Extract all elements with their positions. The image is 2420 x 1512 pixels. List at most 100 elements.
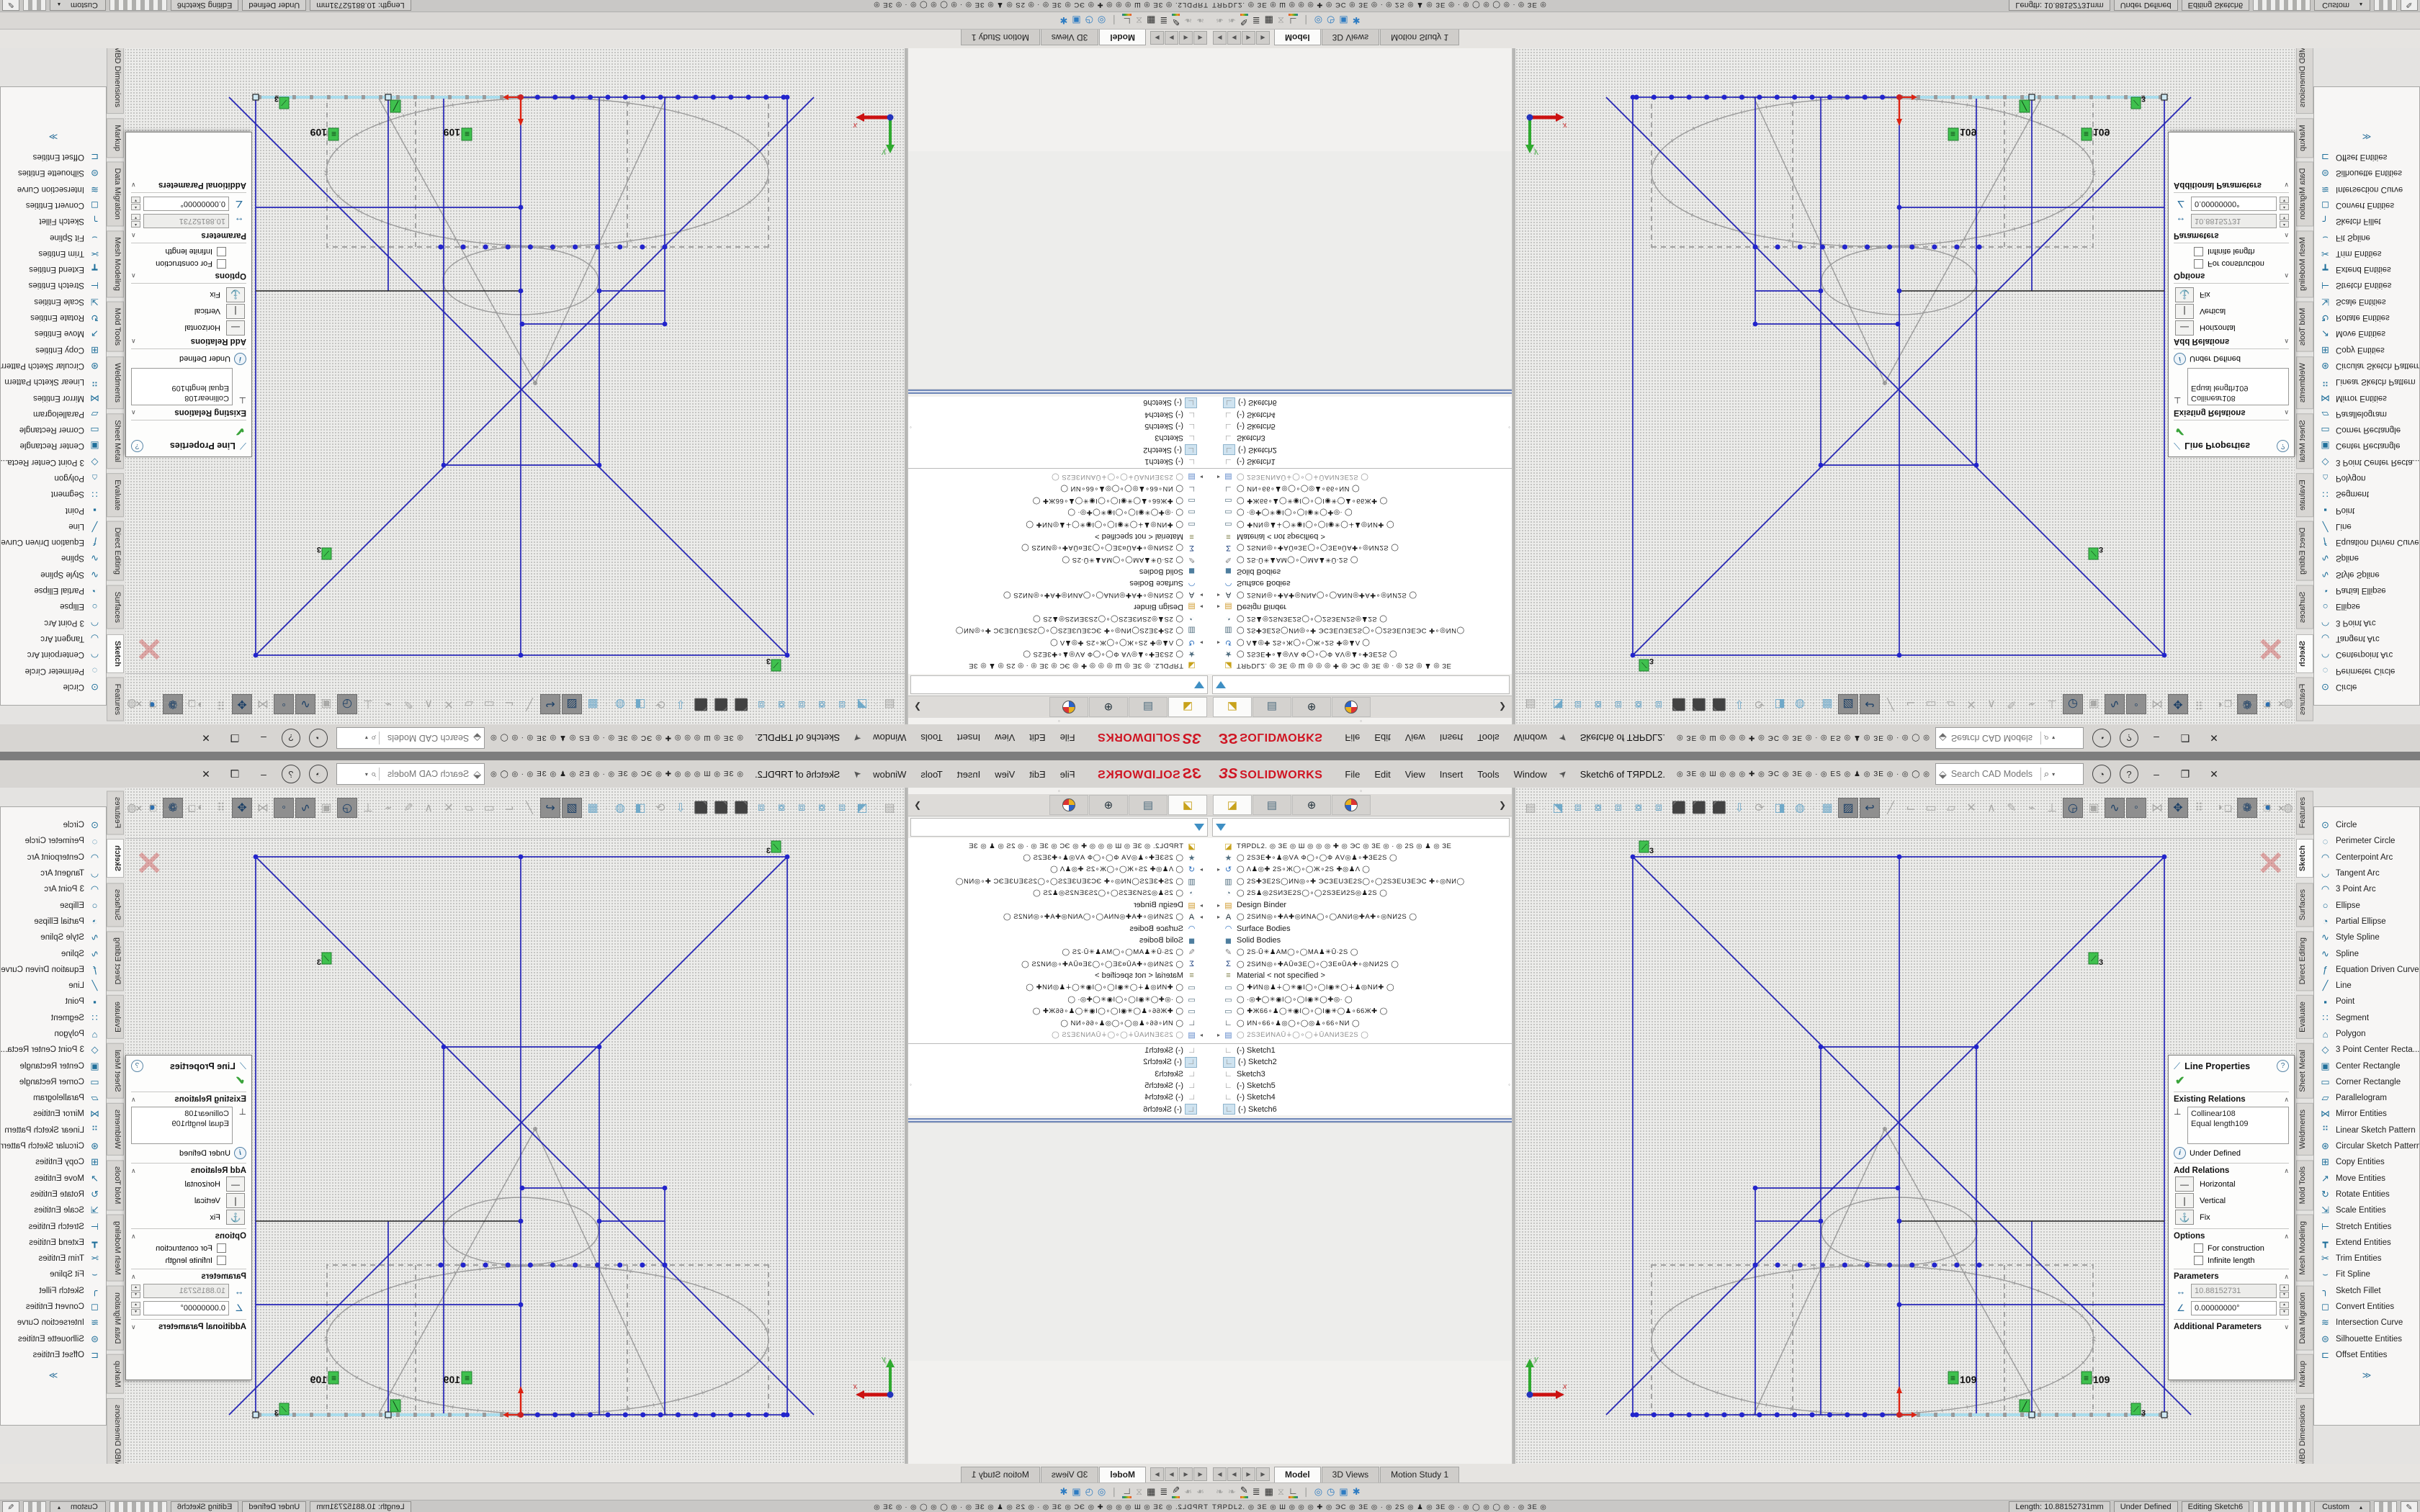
relation-entry[interactable]: Equal length109 [2191,383,2285,393]
tab-displaymanager[interactable] [1332,697,1371,717]
length-spinner[interactable]: ▲▼ [2280,1284,2289,1298]
tool-item[interactable]: ◔ Partial Ellipse [1,582,106,598]
toolbar-icon[interactable]: ▦ [1818,695,1837,714]
tool-item[interactable]: ⊜ Silhouette Entities [1,1331,106,1347]
tree-row[interactable]: ◼ Solid Bodies [1210,565,1512,577]
toolbar-icon[interactable]: ◦ [2126,694,2146,714]
tree-row[interactable]: ◔ ◯ 2Ѕ♟◎2ЅИЗЕ2Ѕ◯∘◯2ЅЗЕИ2Ѕ◎♟2Ѕ ◯ [908,613,1210,624]
more-tools-chevron-icon[interactable]: ≫ [1,132,106,142]
toolbar-icon[interactable]: ◨ [631,695,650,714]
document-window-button[interactable]: ❐ [149,804,157,814]
display-toolbar-icon[interactable]: ❘ [1110,1486,1118,1498]
relation-badge-collinear[interactable]: ╱ [390,100,400,112]
tool-item[interactable]: ⊛ Circular Sketch Pattern [2314,358,2419,374]
toolbar-icon[interactable]: ▤ [880,798,899,817]
markup-pen-icon[interactable]: ✎ [2,1501,19,1512]
tool-item[interactable]: ◡ Tangent Arc [2314,865,2419,881]
document-tab[interactable]: 3D Views [1041,1467,1098,1482]
toolbar-icon[interactable]: ⇩ [1730,695,1749,714]
menu-item[interactable]: Edit [1023,766,1052,783]
commandmanager-tab[interactable]: Surfaces [2296,883,2313,927]
add-relation-button[interactable]: ❘ [226,304,245,319]
units-selector[interactable]: Custom ▴ [2314,0,2370,12]
relations-listbox[interactable]: Collinear108 Equal length109 [2187,368,2289,405]
tool-item[interactable]: ▣ Center Rectangle [2314,438,2419,454]
panel-collapse-handle[interactable]: ◦ [908,718,1210,724]
tree-row[interactable]: ★ ◯ 2ЅЗЕ✚∘♟◎VА Ф◯∘◯Ф АV◎♟∘✚ЗЕ2Ѕ ◯ [1210,648,1512,660]
tree-row[interactable]: ∟ Sketch3 [908,1068,1210,1079]
relation-badge-3c[interactable]: ⟋ 3 [317,953,331,967]
toolbar-icon[interactable]: · [1541,695,1547,714]
relation-badge-collinear[interactable]: ╱ [2020,1400,2030,1412]
toolbar-icon[interactable]: ⧈ [1609,798,1628,817]
commandmanager-tab[interactable]: Weldments [2296,356,2313,409]
angle-value-field[interactable]: 0.00000000° [2191,1301,2277,1315]
ok-check-icon[interactable]: ✔ [131,424,245,438]
tab-nav-button[interactable]: ▶ [1242,1467,1255,1481]
toolbar-icon[interactable]: ⬔ [1549,695,1567,714]
checkbox[interactable] [217,259,226,269]
angle-spinner[interactable]: ▲▼ [2280,1302,2289,1315]
more-tools-chevron-icon[interactable]: ≫ [1,1370,106,1380]
search-box[interactable]: ⬙ ⌕ ▾ [1935,763,2084,785]
relation-badge-equal-1[interactable]: ≡ 109 [443,1372,472,1385]
toolbar-icon[interactable]: ⋈ [2148,695,2166,714]
panel-splitter-dot[interactable]: ◦ [1508,424,1510,431]
tree-row[interactable]: ▥ ◯ 2Ѕ✚ЗЕ2Ѕ◯ИN◎∘✚ ЭСЗЕUЗЕ2Ѕ◯∘◯2ЅЗЕUЗЕЭС … [908,624,1210,636]
tree-expander-icon[interactable]: ▸ [1214,866,1223,873]
tree-row[interactable]: ≡ Material < not specified > [908,970,1210,981]
document-window-button[interactable]: ✕ [2277,804,2285,814]
tab-nav-button[interactable]: ◀ [1213,31,1227,45]
tree-row[interactable]: ▭ ◯ ✚ИN◎♟∔◯✳◉I◯∘◯I◉✳◯∔♟◎NИ✚ ◯ [1210,518,1512,530]
tool-item[interactable]: ▪ Point [2314,994,2419,1009]
relation-badge-collinear[interactable]: ╱ [390,1400,400,1412]
display-toolbar-icon[interactable]: ≣ [1160,15,1168,27]
toolbar-icon[interactable]: ◨ [1770,798,1789,817]
tree-expander-icon[interactable]: ▸ [1197,639,1206,646]
tab-configurationmanager[interactable]: ⊕ [1089,795,1128,815]
minimize-button[interactable]: – [253,765,274,783]
tool-item[interactable]: ╱ Line [1,978,106,994]
tree-expander-icon[interactable]: ▸ [1197,474,1206,480]
tool-item[interactable]: ⊢ Stretch Entities [1,277,106,293]
document-tab[interactable]: Model [1099,30,1146,45]
tool-item[interactable]: ⌣ Fit Spline [1,1266,106,1282]
panel-expand-chevron-icon[interactable]: ❯ [914,800,921,810]
tree-row[interactable]: ✎ ◯ 2Ѕ∙Ŭ✳♟АМ◯∘◯МА♟✳Ŭ∙2Ѕ ◯ [908,554,1210,565]
display-toolbar-icon[interactable]: ❘ [1302,15,1310,27]
sketch-entities[interactable] [229,857,814,1415]
toolbar-icon[interactable]: ▱ [1942,798,1960,817]
tree-row[interactable]: ▸ ↺ ◯ Λ♟◎✚ 2Ѕ∘Ж◯∘◯Ж∘2Ѕ ✚◎♟Λ ◯ [908,636,1210,648]
angle-value-field[interactable]: 0.00000000° [2191,197,2277,211]
tool-item[interactable]: ◡ Tangent Arc [2314,631,2419,647]
toolbar-icon[interactable]: ✎ [2002,798,2021,817]
tree-expander-icon[interactable]: ▸ [1214,1032,1223,1038]
angle-spinner[interactable]: ▲▼ [2280,197,2289,211]
tree-row[interactable]: ∟ (-) Sketch4 [908,1092,1210,1103]
tree-expander-icon[interactable]: ▸ [1197,592,1206,598]
tree-row[interactable]: ∟ (-) Sketch5 [908,1080,1210,1092]
tool-item[interactable]: ✂ Trim Entities [1,246,106,261]
commandmanager-tab[interactable]: Markup [107,1354,124,1394]
tree-row[interactable]: ▭ ◯ ✚ИN◎♟∔◯✳◉I◯∘◯I◉✳◯∔♟◎NИ✚ ◯ [908,518,1210,530]
tool-item[interactable]: ⋈ Mirror Entities [2314,1106,2419,1122]
relations-listbox[interactable]: Collinear108 Equal length109 [131,368,233,405]
commandmanager-tab[interactable]: Evaluate [2296,473,2313,517]
tool-item[interactable]: ⇲ Scale Entities [1,294,106,310]
toolbar-icon[interactable]: ⋈ [254,695,272,714]
commandmanager-tab[interactable]: Markup [2296,1354,2313,1394]
commandmanager-tab[interactable]: Markup [107,118,124,158]
toolbar-icon[interactable]: ◦ [2126,798,2146,818]
relation-entry[interactable]: Equal length109 [135,1119,229,1129]
menu-item[interactable]: Tools [914,730,949,747]
tree-row[interactable]: ▭ ◯ ∙◎✚◯✳◉I◯∘◯I◉✳◯✚◎∙ ◯ [1210,507,1512,518]
document-window-button[interactable]: ❏ [2224,698,2232,708]
toolbar-icon[interactable]: ⧈ [792,798,811,817]
tab-displaymanager[interactable] [1049,795,1088,815]
toolbar-icon[interactable]: ⟳ [1750,695,1769,714]
tool-item[interactable]: ╮ Sketch Fillet [2314,1283,2419,1299]
tree-row[interactable]: ∟ Sketch3 [1210,432,1512,444]
commandmanager-tab[interactable]: Surfaces [2296,585,2313,629]
add-relation-button[interactable]: ❘ [2175,1193,2194,1208]
relation-badge-3c[interactable]: ⟋ 3 [317,545,331,559]
